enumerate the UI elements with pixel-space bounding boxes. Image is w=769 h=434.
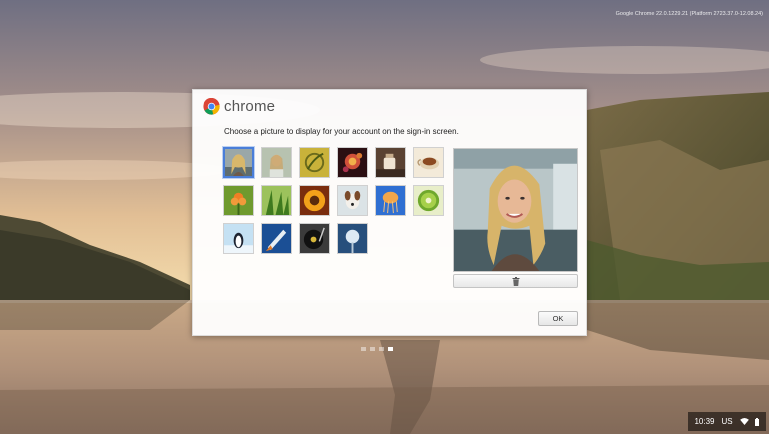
pager-dot[interactable] <box>361 347 366 351</box>
status-tray[interactable]: 10:39 US <box>688 412 766 431</box>
image-dog[interactable] <box>337 185 368 216</box>
picture-picker-dialog: chrome Choose a picture to display for y… <box>192 89 587 336</box>
pager-dots <box>361 347 393 351</box>
shuttle-thumbnail <box>262 224 291 253</box>
pager-dot-active[interactable] <box>388 347 393 351</box>
clock-time[interactable]: 10:39 <box>694 417 714 426</box>
pager-dot[interactable] <box>370 347 375 351</box>
image-fireworks[interactable] <box>337 147 368 178</box>
brand-label: chrome <box>224 97 276 115</box>
image-turntable[interactable] <box>299 223 330 254</box>
image-shuttle[interactable] <box>261 223 292 254</box>
chrome-brand: chrome <box>203 97 275 115</box>
tea-cup-thumbnail <box>414 148 443 177</box>
selected-picture-preview <box>453 148 578 272</box>
profile-photo-thumbnail <box>225 149 252 176</box>
trash-icon <box>512 276 519 286</box>
image-orange-flower[interactable] <box>223 185 254 216</box>
image-tea-cup[interactable] <box>413 147 444 178</box>
sunflower-thumbnail <box>300 186 329 215</box>
profile-photo-preview <box>454 149 577 271</box>
turntable-thumbnail <box>300 224 329 253</box>
desktop: Google Chrome 22.0.1229.21 (Platform 272… <box>0 0 769 434</box>
dog-thumbnail <box>338 186 367 215</box>
discard-photo-button[interactable] <box>453 274 578 288</box>
orange-flower-thumbnail <box>224 186 253 215</box>
image-jellyfish[interactable] <box>375 185 406 216</box>
version-text: Google Chrome 22.0.1229.21 (Platform 272… <box>615 11 763 17</box>
ok-button[interactable]: OK <box>538 311 578 326</box>
penguin-thumbnail <box>224 224 253 253</box>
fireworks-thumbnail <box>338 148 367 177</box>
image-leaf-swirl[interactable] <box>299 147 330 178</box>
grass-thumbnail <box>262 186 291 215</box>
image-woman-portrait[interactable] <box>261 147 292 178</box>
image-coffee-cup[interactable] <box>375 147 406 178</box>
image-dandelion[interactable] <box>337 223 368 254</box>
wifi-icon[interactable] <box>739 418 749 425</box>
pager-dot[interactable] <box>379 347 384 351</box>
image-kiwi[interactable] <box>413 185 444 216</box>
battery-icon[interactable] <box>755 417 760 426</box>
woman-portrait-thumbnail <box>262 148 291 177</box>
leaf-swirl-thumbnail <box>300 148 329 177</box>
instruction-text: Choose a picture to display for your acc… <box>224 127 459 136</box>
coffee-cup-thumbnail <box>376 148 405 177</box>
chrome-logo-icon <box>203 97 220 115</box>
kiwi-thumbnail <box>414 186 443 215</box>
image-sunflower[interactable] <box>299 185 330 216</box>
jellyfish-thumbnail <box>376 186 405 215</box>
dandelion-thumbnail <box>338 224 367 253</box>
image-grass[interactable] <box>261 185 292 216</box>
image-penguin[interactable] <box>223 223 254 254</box>
locale-indicator[interactable]: US <box>721 417 732 426</box>
image-profile-photo[interactable] <box>223 147 254 178</box>
